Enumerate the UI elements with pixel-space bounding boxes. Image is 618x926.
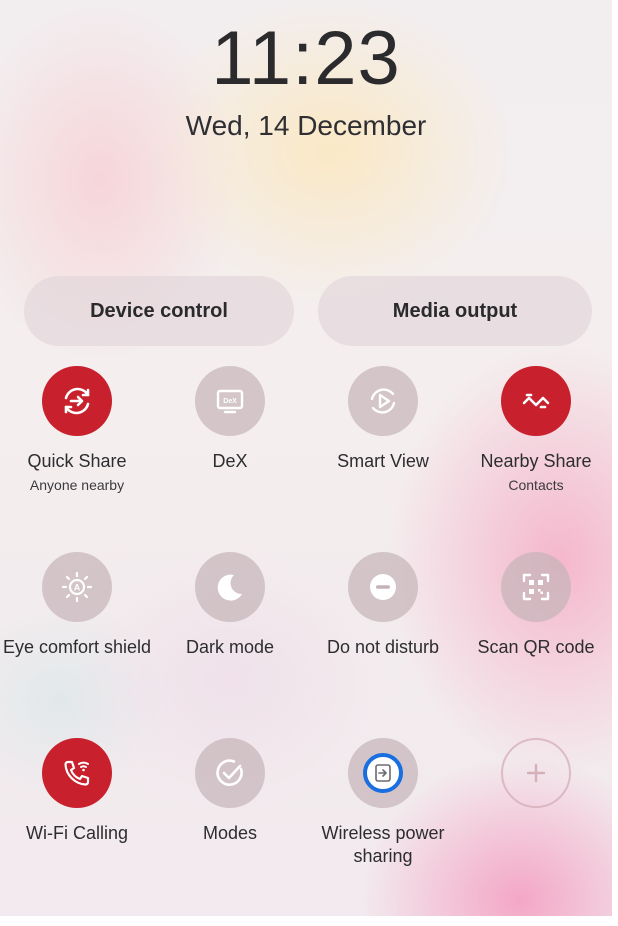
scan-qr-toggle[interactable] — [501, 552, 571, 622]
nearby-share-icon — [522, 393, 550, 409]
dark-mode-toggle[interactable] — [195, 552, 265, 622]
modes-check-icon — [216, 759, 243, 786]
date: Wed, 14 December — [185, 110, 427, 141]
eye-comfort-toggle[interactable]: A — [42, 552, 112, 622]
wifi-calling-icon — [64, 760, 90, 786]
tile-label: Quick Share — [27, 451, 127, 471]
tile-dark-mode[interactable]: Dark mode — [153, 552, 307, 659]
tile-sublabel: Anyone nearby — [29, 477, 125, 493]
tile-quick-share[interactable]: Quick Share Anyone nearby — [0, 366, 154, 494]
focus-ring — [363, 753, 403, 793]
smart-view-toggle[interactable] — [348, 366, 418, 436]
tile-label: Wireless power sharing — [321, 823, 445, 866]
svg-text:A: A — [74, 583, 81, 593]
wireless-power-sharing-toggle[interactable] — [348, 738, 418, 808]
tile-do-not-disturb[interactable]: Do not disturb — [306, 552, 460, 659]
tile-modes[interactable]: Modes — [153, 738, 307, 845]
tile-add-button[interactable] — [459, 738, 612, 808]
device-control-button[interactable]: Device control — [24, 276, 294, 346]
smart-view-icon — [370, 388, 396, 414]
modes-toggle[interactable] — [195, 738, 265, 808]
frame-edge — [0, 916, 618, 926]
quick-share-toggle[interactable] — [42, 366, 112, 436]
moon-icon — [217, 574, 242, 601]
tile-wifi-calling[interactable]: Wi-Fi Calling — [0, 738, 154, 845]
tile-nearby-share[interactable]: Nearby Share Contacts — [459, 366, 612, 494]
wireless-power-sharing-icon — [375, 764, 391, 782]
eye-comfort-icon: A — [61, 571, 93, 603]
tile-smart-view[interactable]: Smart View — [306, 366, 460, 473]
quick-panel-screen: 11:23 Wed, 14 December Device control Me… — [0, 0, 612, 916]
tile-dex[interactable]: DeX DeX — [153, 366, 307, 473]
tile-label: Smart View — [337, 451, 429, 471]
tile-label: Nearby Share — [480, 451, 592, 471]
tile-label: Scan QR code — [477, 637, 595, 657]
tile-label: Do not disturb — [326, 637, 440, 657]
tile-wireless-power-sharing[interactable]: Wireless power sharing — [306, 738, 460, 868]
dex-toggle[interactable]: DeX — [195, 366, 265, 436]
tile-label: Modes — [202, 823, 258, 843]
quick-share-icon — [64, 387, 90, 415]
clock: 11:23 — [211, 16, 401, 101]
tile-label: Dark mode — [185, 637, 275, 657]
minus-circle-icon — [370, 574, 396, 600]
svg-text:DeX: DeX — [223, 398, 237, 405]
media-output-button[interactable]: Media output — [318, 276, 592, 346]
plus-icon — [526, 763, 546, 783]
tile-label: Eye comfort shield — [2, 637, 152, 657]
do-not-disturb-toggle[interactable] — [348, 552, 418, 622]
tile-sublabel: Contacts — [508, 477, 564, 493]
wifi-calling-toggle[interactable] — [42, 738, 112, 808]
frame-edge — [612, 0, 618, 926]
tile-scan-qr-code[interactable]: Scan QR code — [459, 552, 612, 659]
tile-label: Wi-Fi Calling — [25, 823, 128, 843]
dex-icon: DeX — [216, 389, 244, 414]
qr-code-icon — [522, 573, 550, 601]
add-tile-button[interactable] — [501, 738, 571, 808]
tile-eye-comfort-shield[interactable]: A Eye comfort shield — [0, 552, 154, 659]
tile-label: DeX — [212, 451, 248, 471]
nearby-share-toggle[interactable] — [501, 366, 571, 436]
